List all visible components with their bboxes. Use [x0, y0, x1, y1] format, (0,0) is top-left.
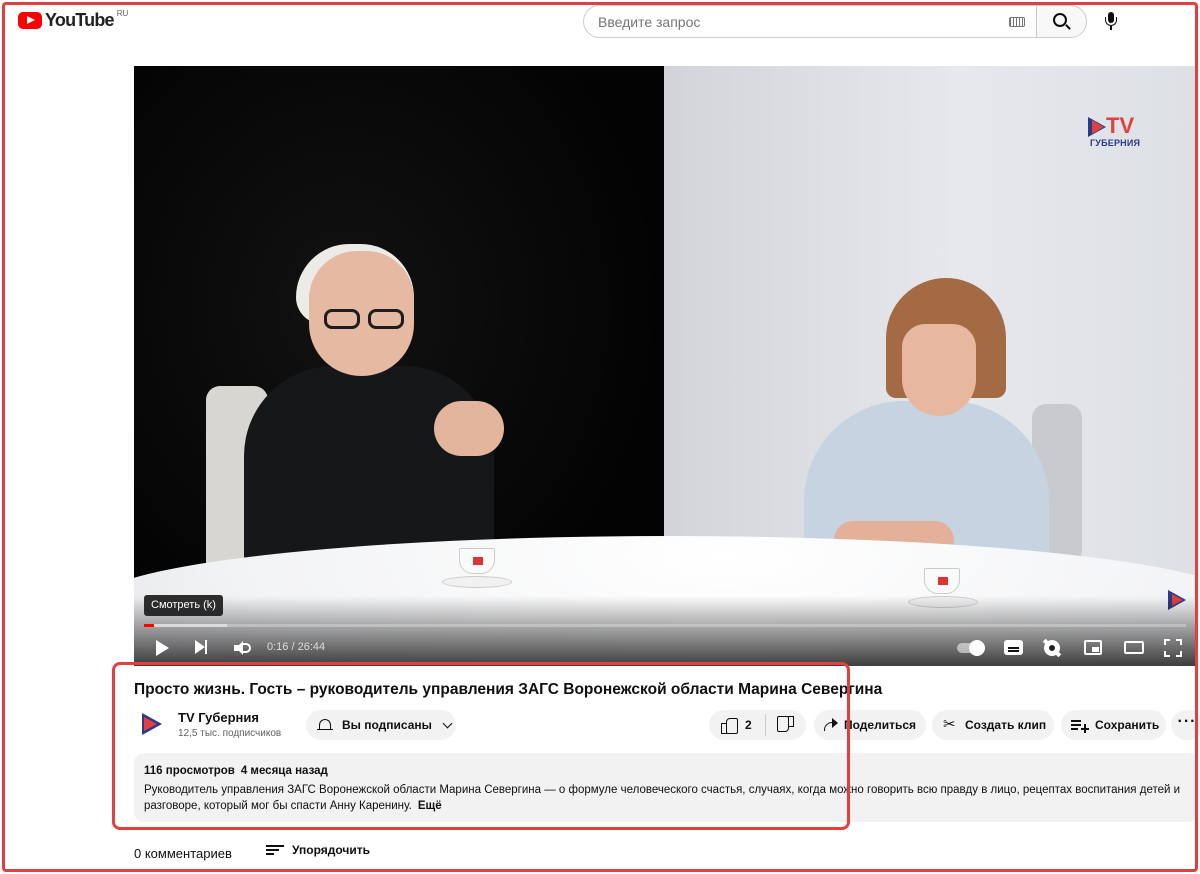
sort-comments-button[interactable]: Упорядочить [266, 843, 370, 857]
fullscreen-icon[interactable] [1164, 639, 1182, 657]
saucer [442, 576, 512, 588]
logo-text: YouTube [45, 10, 115, 30]
subscriber-count: 12,5 тыс. подписчиков [178, 728, 282, 739]
progress-played [144, 624, 155, 627]
share-label: Поделиться [844, 718, 917, 732]
channel-avatar[interactable] [136, 708, 168, 740]
more-actions-button[interactable]: ··· [1171, 710, 1200, 740]
search-input[interactable] [598, 13, 998, 30]
save-label: Сохранить [1095, 718, 1160, 732]
progress-buffered [144, 624, 228, 627]
save-button[interactable]: Сохранить [1061, 710, 1166, 740]
sort-label: Упорядочить [292, 843, 371, 857]
gear-icon[interactable] [1044, 640, 1060, 656]
search-button[interactable] [1036, 5, 1087, 38]
microphone-icon[interactable] [1104, 12, 1118, 32]
like-dislike-group: 2 [709, 710, 806, 740]
play-icon[interactable] [156, 640, 169, 656]
subtitles-icon[interactable] [1004, 640, 1023, 655]
view-info: 116 просмотров 4 месяца назад [144, 765, 328, 777]
description-body: Руководитель управления ЗАГС Воронежской… [144, 784, 1181, 812]
dislike-icon[interactable] [778, 717, 794, 733]
search-icon [1053, 13, 1067, 27]
like-icon[interactable] [721, 717, 738, 734]
comments-count: 0 комментариев [134, 846, 232, 861]
youtube-play-icon [18, 12, 42, 29]
create-clip-button[interactable]: Создать клип [932, 710, 1054, 740]
keyboard-icon[interactable] [1009, 17, 1025, 27]
share-icon [822, 718, 838, 732]
scissors-icon [943, 715, 958, 733]
coffee-cup [924, 568, 960, 594]
play-tooltip: Смотреть (k) [144, 595, 223, 616]
search-box [583, 5, 1037, 38]
volume-icon[interactable] [234, 641, 251, 655]
controls-gradient [134, 596, 1196, 666]
youtube-logo[interactable]: YouTube RU [18, 9, 129, 31]
like-count[interactable]: 2 [745, 718, 752, 732]
view-count: 116 просмотров [144, 765, 235, 777]
progress-bar[interactable] [144, 624, 1186, 627]
coffee-cup [459, 548, 495, 574]
subscribed-button[interactable]: Вы подписаны [306, 710, 456, 740]
bell-icon [317, 718, 333, 733]
subscribed-label: Вы подписаны [342, 718, 432, 732]
share-button[interactable]: Поделиться [814, 710, 926, 740]
sort-icon [266, 844, 284, 856]
channel-name[interactable]: TV Губерния [178, 710, 259, 725]
chevron-down-icon [442, 718, 453, 728]
upload-date: 4 месяца назад [240, 765, 328, 777]
region-code: RU [116, 9, 129, 18]
time-display: 0:16 / 26:44 [267, 641, 326, 653]
video-player[interactable]: TV ГУБЕРНИЯ Смотреть (k) 0:16 / 26:44 [134, 66, 1196, 666]
video-title: Просто жизнь. Гость – руководитель управ… [134, 681, 883, 698]
description-text: Руководитель управления ЗАГС Воронежской… [144, 782, 1194, 814]
description-box[interactable]: 116 просмотров 4 месяца назад Руководител… [134, 753, 1198, 822]
playlist-add-icon [1071, 718, 1089, 733]
show-more-link[interactable]: Ещё [418, 800, 442, 812]
next-icon[interactable] [195, 640, 207, 654]
masthead: YouTube RU [0, 0, 1200, 44]
theater-mode-icon[interactable] [1124, 641, 1144, 654]
divider [764, 714, 766, 736]
autoplay-toggle[interactable] [957, 640, 985, 656]
miniplayer-icon[interactable] [1084, 640, 1102, 655]
clip-label: Создать клип [965, 718, 1047, 732]
